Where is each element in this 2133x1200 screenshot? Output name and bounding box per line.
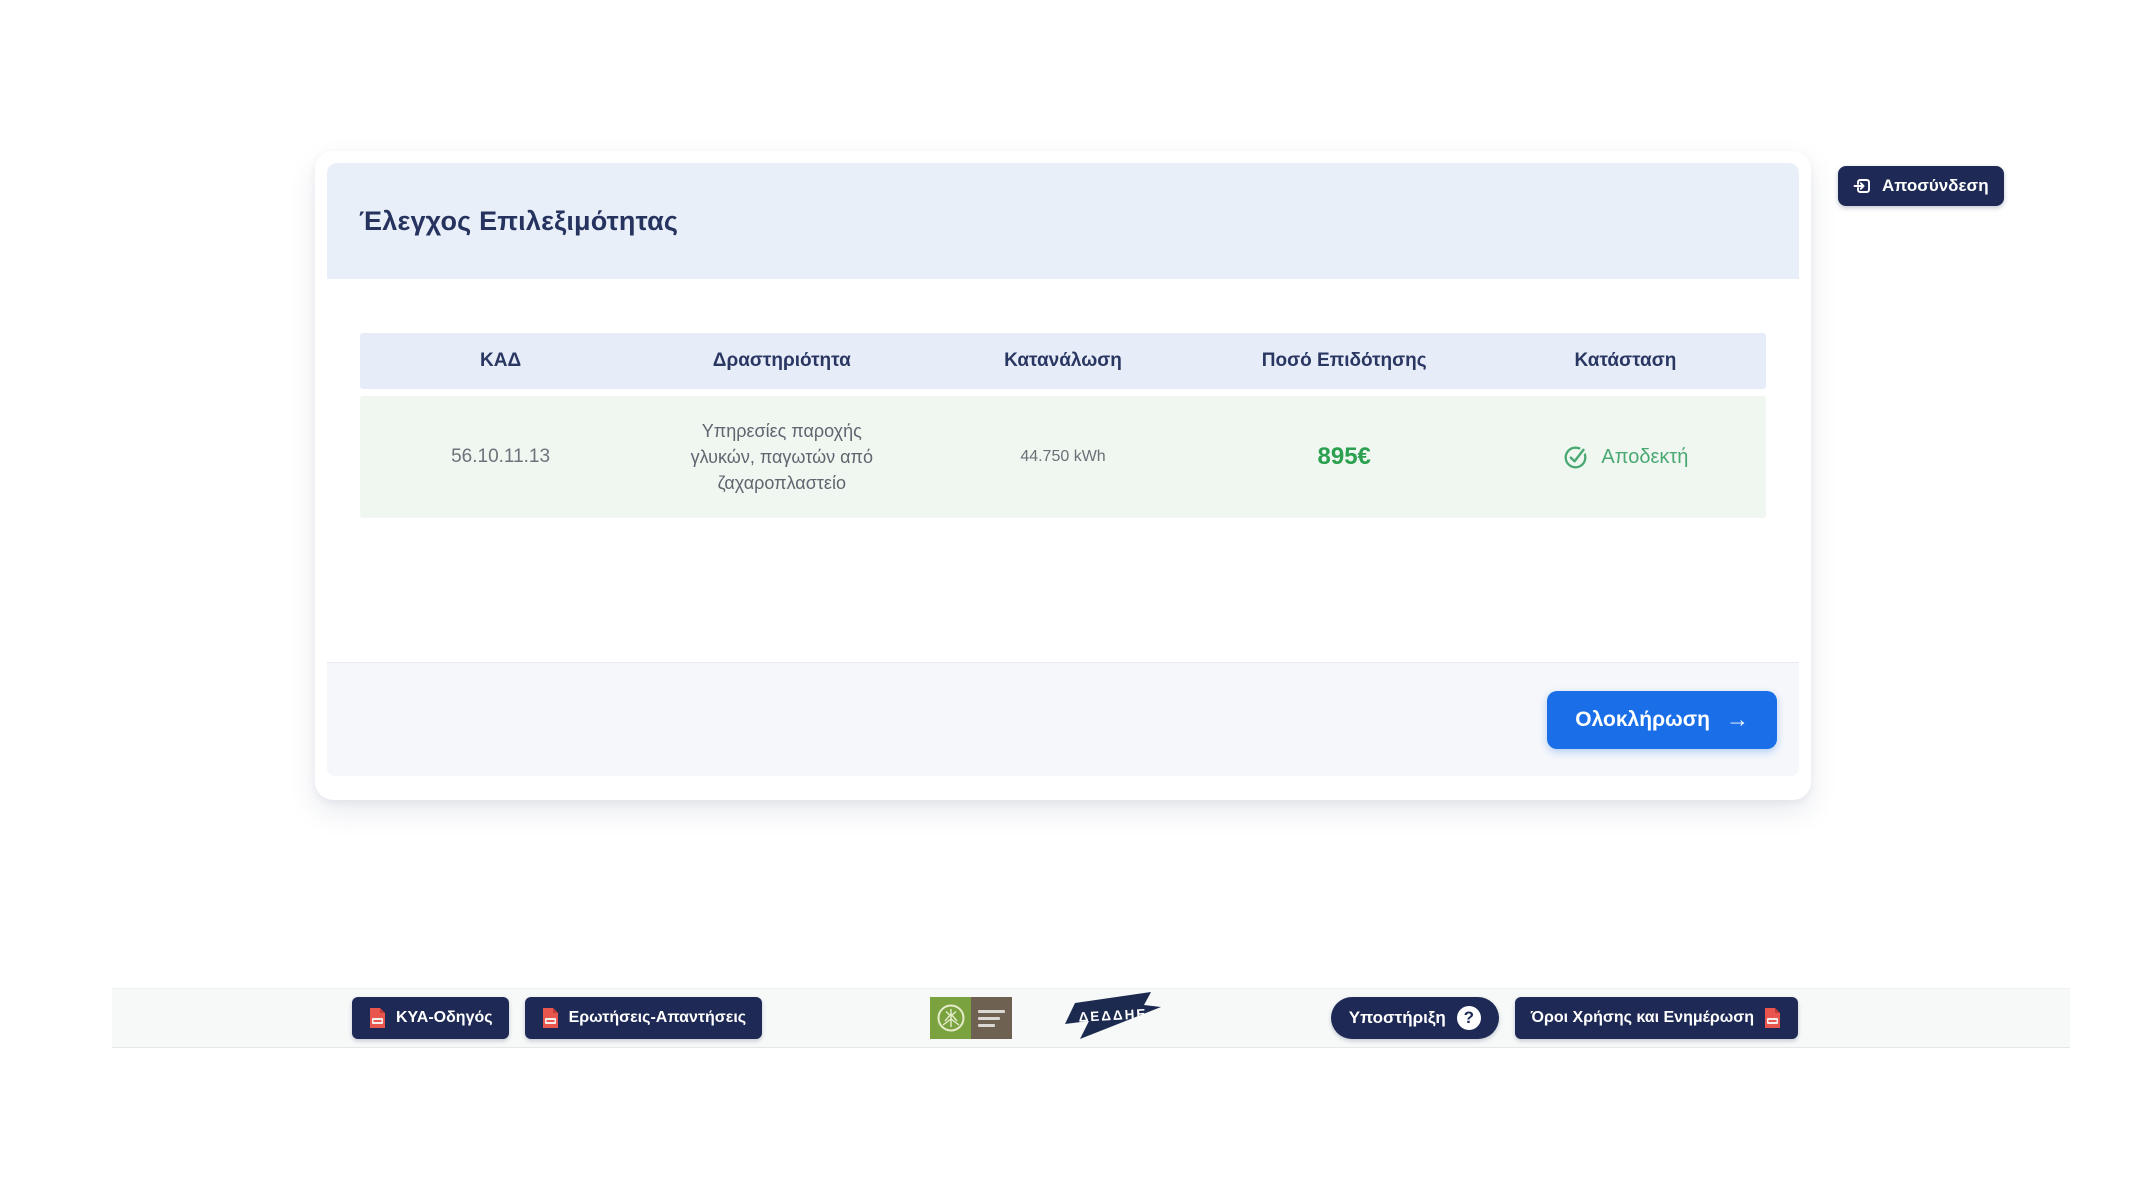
pdf-icon bbox=[541, 1007, 560, 1029]
cell-status: Αποδεκτή bbox=[1485, 443, 1766, 471]
card-footer: Ολοκλήρωση → bbox=[327, 662, 1799, 776]
question-icon: ? bbox=[1457, 1006, 1481, 1030]
table-row: 56.10.11.13 Υπηρεσίες παροχής γλυκών, πα… bbox=[360, 396, 1766, 518]
bottom-bar: ΚΥΑ-Οδηγός Ερωτήσεις-Απαντήσεις bbox=[112, 988, 2070, 1048]
page-title: Έλεγχος Επιλεξιμότητας bbox=[359, 206, 678, 237]
ministry-logo-text bbox=[971, 997, 1012, 1039]
page: Αποσύνδεση Έλεγχος Επιλεξιμότητας ΚΑΔ Δρ… bbox=[0, 0, 2133, 1200]
kya-guide-label: ΚΥΑ-Οδηγός bbox=[396, 1009, 493, 1027]
column-header-status: Κατάσταση bbox=[1485, 333, 1766, 389]
logout-label: Αποσύνδεση bbox=[1882, 176, 1989, 196]
ministry-logo bbox=[930, 997, 1012, 1039]
complete-button-label: Ολοκλήρωση bbox=[1575, 708, 1710, 732]
kya-guide-button[interactable]: ΚΥΑ-Οδηγός bbox=[352, 997, 509, 1039]
support-label: Υποστήριξη bbox=[1349, 1008, 1446, 1028]
ministry-emblem-icon bbox=[930, 997, 971, 1039]
card-body: ΚΑΔ Δραστηριότητα Κατανάλωση Ποσό Επιδότ… bbox=[327, 279, 1799, 662]
arrow-right-icon: → bbox=[1726, 706, 1749, 733]
pdf-icon bbox=[368, 1007, 387, 1029]
support-button[interactable]: Υποστήριξη ? bbox=[1331, 997, 1499, 1039]
faq-label: Ερωτήσεις-Απαντήσεις bbox=[569, 1009, 747, 1027]
check-circle-icon bbox=[1562, 443, 1590, 471]
eligibility-table: ΚΑΔ Δραστηριότητα Κατανάλωση Ποσό Επιδότ… bbox=[360, 333, 1766, 518]
table-header-row: ΚΑΔ Δραστηριότητα Κατανάλωση Ποσό Επιδότ… bbox=[360, 333, 1766, 389]
logout-icon bbox=[1853, 176, 1873, 196]
faq-button[interactable]: Ερωτήσεις-Απαντήσεις bbox=[525, 997, 763, 1039]
bottom-bar-right-group: Υποστήριξη ? Όροι Χρήσης και Ενημέρωση bbox=[1331, 997, 1798, 1039]
complete-button[interactable]: Ολοκλήρωση → bbox=[1547, 691, 1777, 749]
column-header-subsidy: Ποσό Επιδότησης bbox=[1204, 333, 1485, 389]
bottom-bar-logos: ΔΕΔΔΗΕ bbox=[930, 990, 1162, 1047]
cell-subsidy: 895€ bbox=[1204, 443, 1485, 471]
subsidy-amount: 895€ bbox=[1318, 443, 1371, 471]
card-header: Έλεγχος Επιλεξιμότητας bbox=[327, 163, 1799, 279]
column-header-consumption: Κατανάλωση bbox=[922, 333, 1203, 389]
terms-label: Όροι Χρήσης και Ενημέρωση bbox=[1531, 1009, 1754, 1027]
cell-consumption: 44.750 kWh bbox=[922, 448, 1203, 466]
logout-button[interactable]: Αποσύνδεση bbox=[1838, 166, 2004, 206]
activity-text: Υπηρεσίες παροχής γλυκών, παγωτών από ζα… bbox=[674, 418, 889, 496]
terms-button[interactable]: Όροι Χρήσης και Ενημέρωση bbox=[1515, 997, 1798, 1039]
deddie-logo-text: ΔΕΔΔΗΕ bbox=[1079, 1006, 1149, 1025]
column-header-kad: ΚΑΔ bbox=[360, 333, 641, 389]
cell-kad: 56.10.11.13 bbox=[360, 446, 641, 468]
eligibility-card: Έλεγχος Επιλεξιμότητας ΚΑΔ Δραστηριότητα… bbox=[315, 151, 1811, 800]
deddie-logo: ΔΕΔΔΗΕ bbox=[1062, 990, 1162, 1047]
pdf-icon bbox=[1763, 1007, 1782, 1029]
bottom-bar-left-group: ΚΥΑ-Οδηγός Ερωτήσεις-Απαντήσεις bbox=[352, 997, 762, 1039]
column-header-activity: Δραστηριότητα bbox=[641, 333, 922, 389]
status-label: Αποδεκτή bbox=[1601, 446, 1688, 469]
cell-activity: Υπηρεσίες παροχής γλυκών, παγωτών από ζα… bbox=[641, 418, 922, 496]
